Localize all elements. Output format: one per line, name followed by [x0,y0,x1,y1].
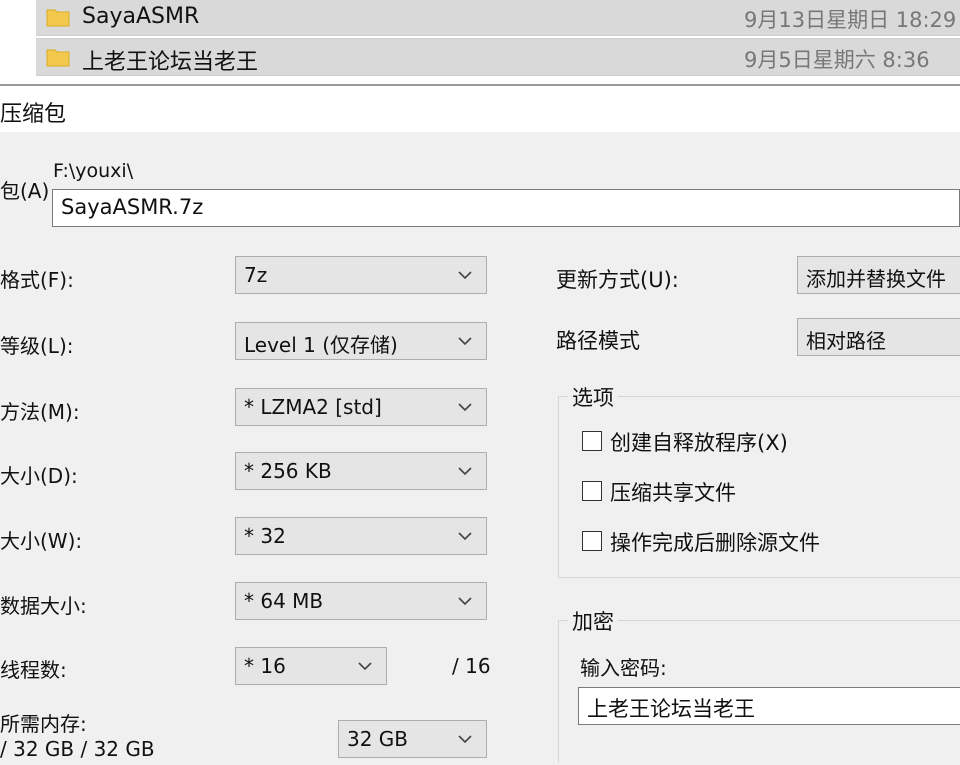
path-mode-value: 相对路径 [806,329,886,353]
chevron-down-icon [458,403,472,412]
chevron-down-icon [458,467,472,476]
threads-value: * 16 [244,654,286,678]
update-mode-label: 更新方式(U): [556,268,679,292]
checkbox[interactable] [582,481,602,501]
threads-label: 线程数: [0,658,67,682]
word-size-label: 大小(W): [0,529,83,553]
path-mode-select[interactable]: 相对路径 [797,318,960,356]
format-select[interactable]: 7z [235,256,487,294]
memory-select[interactable]: 32 GB [338,720,487,758]
chevron-down-icon [458,532,472,541]
chevron-down-icon [458,271,472,280]
dialog-title: 压缩包 [0,102,67,127]
chevron-down-icon [358,662,372,671]
memory-value: 32 GB [347,727,409,751]
checkbox[interactable] [582,531,602,551]
archive-path: F:\youxi\ [53,160,134,182]
file-row-laowang[interactable]: 上老王论坛当老王 9月5日星期六 8:36 [36,38,960,76]
threads-max: / 16 [452,654,491,678]
memory-usage: / 32 GB / 32 GB [0,737,155,761]
file-row-sayaasmr[interactable]: SayaASMR 9月13日星期日 18:29 [36,0,960,36]
file-name: SayaASMR [82,4,200,29]
format-label: 格式(F): [0,268,74,292]
chevron-down-icon [458,597,472,606]
level-label: 等级(L): [0,334,74,358]
level-select[interactable]: Level 1 (仅存储) [235,322,487,360]
password-input[interactable]: 上老王论坛当老王 [578,687,960,725]
solid-block-size-label: 数据大小: [0,594,87,618]
dictionary-size-select[interactable]: * 256 KB [235,452,487,490]
format-value: 7z [244,263,268,287]
threads-select[interactable]: * 16 [235,647,387,685]
word-size-select[interactable]: * 32 [235,517,487,555]
option-compress-shared[interactable]: 压缩共享文件 [582,477,952,507]
update-mode-select[interactable]: 添加并替换文件 [797,256,960,294]
dictionary-size-value: * 256 KB [244,459,332,483]
level-value: Level 1 (仅存储) [244,333,398,357]
solid-block-size-select[interactable]: * 64 MB [235,582,487,620]
file-date: 9月5日星期六 8:36 [744,48,930,72]
archive-name-input[interactable]: SayaASMR.7z [52,189,960,227]
password-label: 输入密码: [580,656,667,680]
options-group-title: 选项 [568,382,618,412]
dialog-title-bar [0,86,960,132]
checkbox[interactable] [582,431,602,451]
password-value: 上老王论坛当老王 [587,697,755,721]
method-select[interactable]: * LZMA2 [std] [235,388,487,426]
file-name: 上老王论坛当老王 [82,50,259,75]
folder-icon [46,9,70,27]
option-delete-after[interactable]: 操作完成后删除源文件 [582,527,952,557]
update-mode-value: 添加并替换文件 [806,267,946,291]
file-date: 9月13日星期日 18:29 [744,8,957,32]
method-label: 方法(M): [0,400,80,424]
chevron-down-icon [458,337,472,346]
method-value: * LZMA2 [std] [244,395,382,419]
option-label: 压缩共享文件 [610,481,736,505]
archive-name-value: SayaASMR.7z [61,195,204,219]
word-size-value: * 32 [244,524,286,548]
dictionary-size-label: 大小(D): [0,464,78,488]
option-create-sfx[interactable]: 创建自释放程序(X) [582,427,952,457]
folder-icon [46,49,70,67]
archive-label: 包(A) [0,179,50,203]
encryption-group-title: 加密 [568,606,618,636]
path-mode-label: 路径模式 [556,329,640,353]
option-label: 创建自释放程序(X) [610,431,788,455]
solid-block-size-value: * 64 MB [244,589,324,613]
memory-label: 所需内存: [0,712,87,736]
chevron-down-icon [458,735,472,744]
option-label: 操作完成后删除源文件 [610,531,820,555]
